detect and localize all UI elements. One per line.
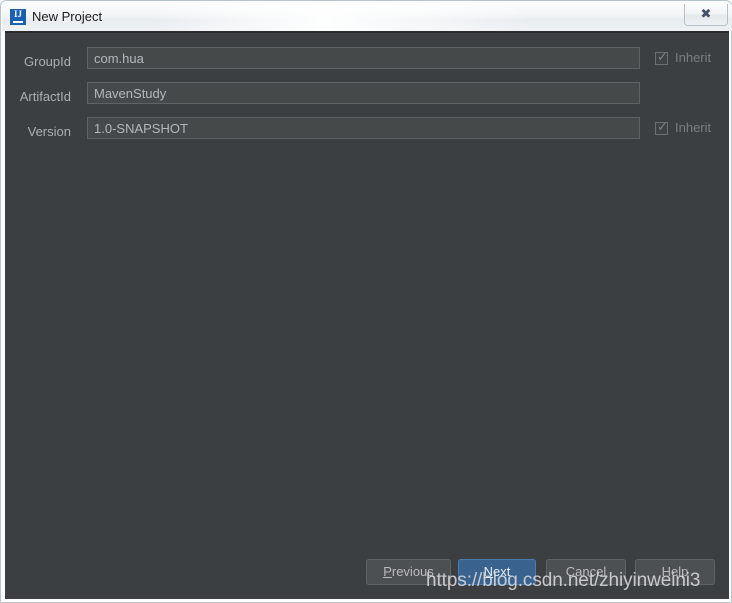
title-bar[interactable]: IJ New Project ✖ xyxy=(2,2,732,31)
close-icon: ✖ xyxy=(700,7,712,22)
help-button[interactable]: Help xyxy=(635,559,715,585)
groupid-input[interactable] xyxy=(87,47,640,69)
cancel-button[interactable]: Cancel xyxy=(546,559,626,585)
next-button-label: ext xyxy=(493,564,511,579)
version-input[interactable] xyxy=(87,117,640,139)
version-inherit-group[interactable]: ✓ Inherit xyxy=(655,120,711,136)
next-button[interactable]: Next xyxy=(458,559,536,585)
groupid-inherit-label: Inherit xyxy=(675,50,712,65)
checkmark-icon: ✓ xyxy=(657,119,668,135)
window-title: New Project xyxy=(32,9,103,24)
form-row-version: Version ✓ Inherit xyxy=(5,115,729,150)
form-row-groupid: GroupId ✓ Inherit xyxy=(5,45,729,80)
dialog-content: GroupId ✓ Inherit ArtifactId Version xyxy=(5,31,729,599)
checkmark-icon: ✓ xyxy=(657,49,668,65)
previous-button-mnemonic: P xyxy=(383,564,392,579)
version-label: Version xyxy=(27,124,71,139)
groupid-inherit-checkbox[interactable]: ✓ xyxy=(655,49,668,65)
version-inherit-checkbox[interactable]: ✓ xyxy=(655,119,668,135)
version-inherit-label: Inherit xyxy=(675,120,712,135)
groupid-inherit-group[interactable]: ✓ Inherit xyxy=(655,50,711,66)
previous-button[interactable]: Previous xyxy=(366,559,451,585)
form-row-artifactid: ArtifactId xyxy=(5,80,729,115)
new-project-dialog-window: IJ New Project ✖ GroupId ✓ Inherit xyxy=(0,0,732,603)
intellij-idea-icon: IJ xyxy=(10,9,26,25)
title-bar-sheen xyxy=(152,2,532,31)
close-button[interactable]: ✖ xyxy=(684,4,728,26)
artifactid-label: ArtifactId xyxy=(19,89,71,104)
previous-button-label: revious xyxy=(391,564,434,579)
groupid-label: GroupId xyxy=(24,54,71,69)
intellij-idea-icon-letters: IJ xyxy=(13,9,22,19)
dialog-button-bar: Previous Next Cancel Help xyxy=(5,559,729,589)
maven-coordinates-form: GroupId ✓ Inherit ArtifactId Version xyxy=(5,45,729,150)
intellij-idea-icon-bar xyxy=(13,21,23,23)
artifactid-input[interactable] xyxy=(87,82,640,104)
next-button-mnemonic: N xyxy=(483,564,494,579)
